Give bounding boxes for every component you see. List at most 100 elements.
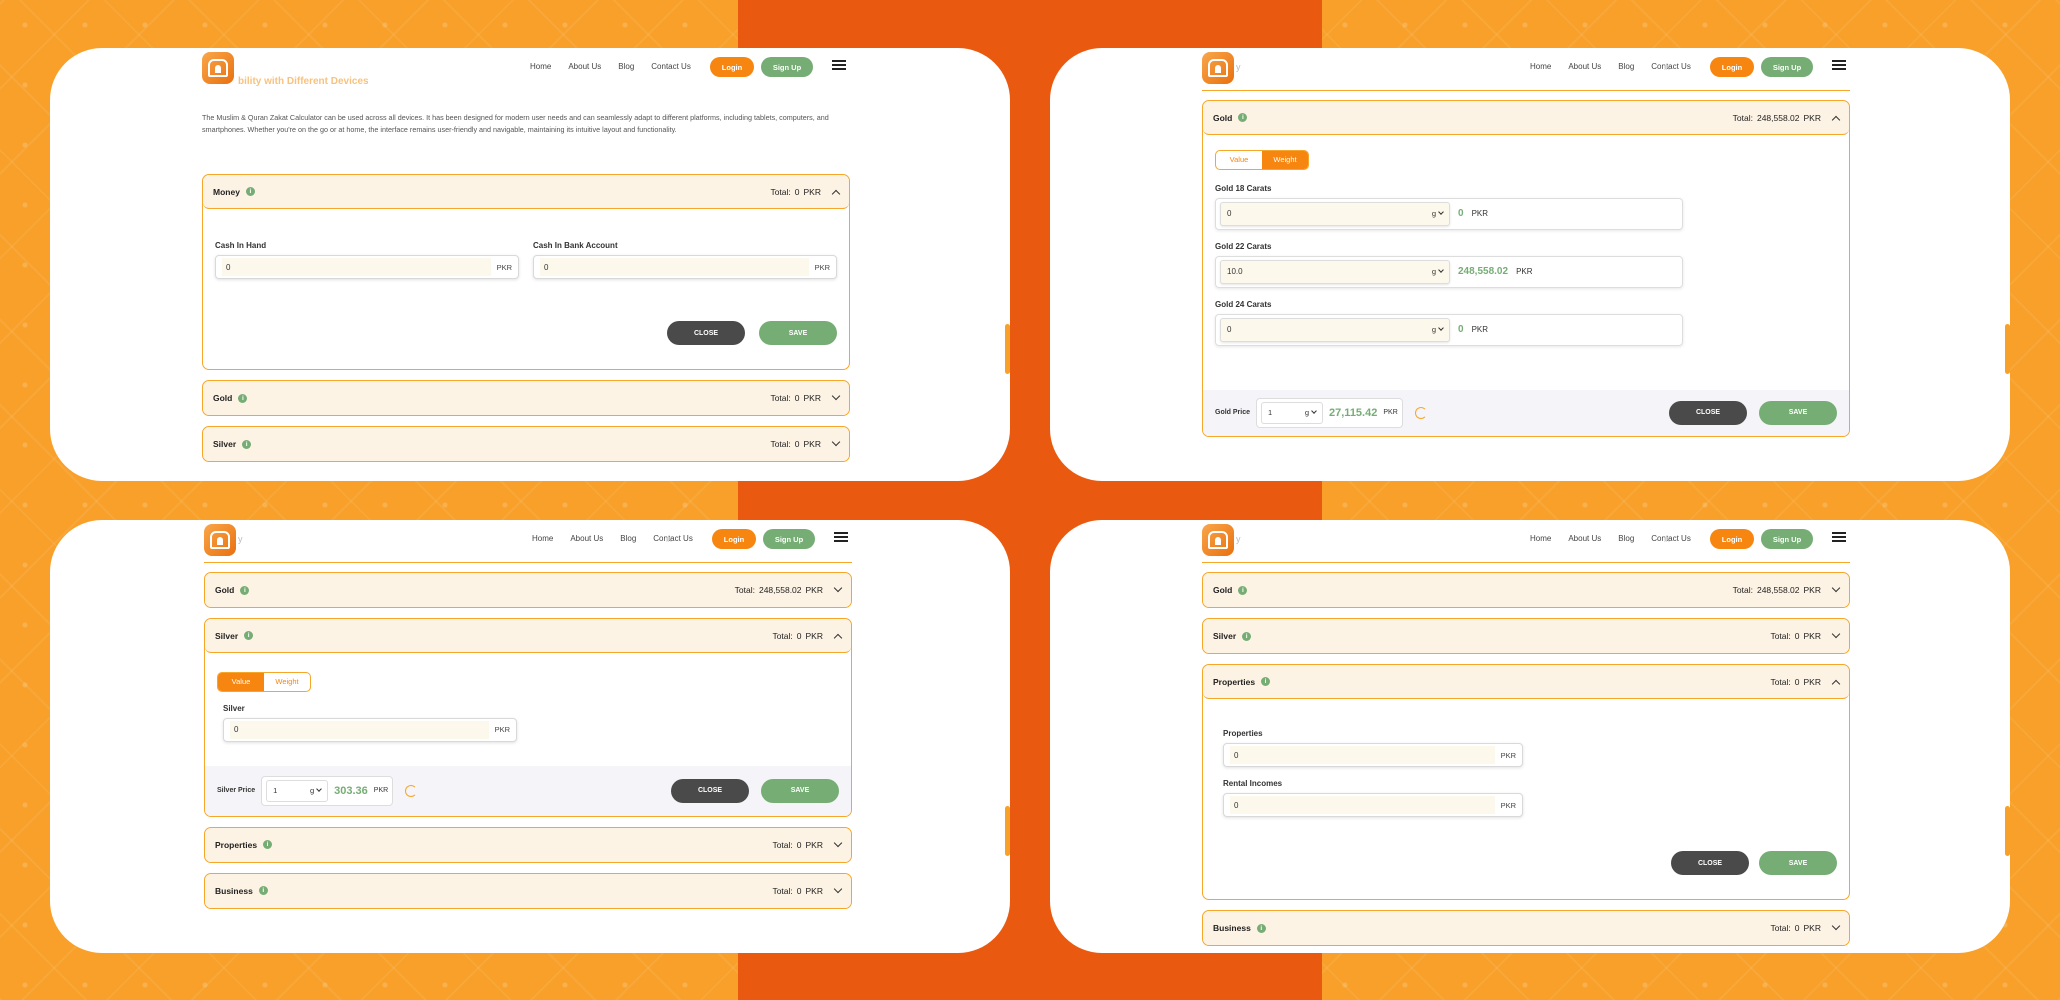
nav-about[interactable]: About Us — [568, 62, 601, 71]
silver-total: 0 — [796, 630, 802, 641]
scrollbar[interactable] — [1005, 806, 1010, 856]
cash-in-hand-input[interactable]: 0 PKR — [215, 255, 519, 279]
info-icon[interactable]: i — [240, 585, 250, 595]
gold-header[interactable]: Gold i Total: 248,558.02 PKR — [205, 573, 851, 607]
gold-price-qty[interactable]: 1g — [1261, 401, 1324, 424]
silver-header[interactable]: Silver i Total: 0 PKR — [203, 427, 849, 461]
nav-contact[interactable]: Contact Us — [1651, 62, 1691, 71]
chevron-down-icon[interactable] — [833, 583, 843, 593]
silver-input[interactable]: 0 PKR — [223, 717, 517, 742]
properties-input[interactable]: 0 PKR — [1223, 743, 1523, 767]
close-button[interactable]: CLOSE — [667, 321, 745, 345]
info-icon[interactable]: i — [242, 439, 252, 449]
login-button[interactable]: Login — [1710, 57, 1754, 77]
chevron-up-icon[interactable] — [1831, 115, 1841, 124]
save-button[interactable]: SAVE — [759, 321, 837, 345]
chevron-down-icon[interactable] — [831, 391, 841, 401]
toggle-value[interactable]: Value — [1216, 151, 1262, 169]
toggle-weight[interactable]: Weight — [1262, 150, 1308, 169]
chevron-down-icon[interactable] — [833, 838, 843, 847]
signup-button[interactable]: Sign Up — [763, 529, 815, 549]
close-button[interactable]: CLOSE — [1669, 400, 1747, 425]
scrollbar[interactable] — [1005, 324, 1010, 374]
nav-home[interactable]: Home — [530, 62, 551, 71]
signup-button[interactable]: Sign Up — [1761, 529, 1813, 549]
chevron-up-icon[interactable] — [833, 633, 843, 642]
chevron-down-icon[interactable] — [1831, 583, 1841, 593]
signup-button[interactable]: Sign Up — [1761, 57, 1813, 77]
gold-header[interactable]: Gold i Total: 0 PKR — [203, 381, 849, 415]
info-icon[interactable]: i — [1238, 113, 1248, 122]
nav-home[interactable]: Home — [1530, 62, 1551, 71]
save-button[interactable]: SAVE — [1759, 851, 1837, 875]
login-button[interactable]: Login — [1710, 529, 1754, 549]
info-icon[interactable]: i — [244, 631, 254, 640]
info-icon[interactable]: i — [258, 886, 268, 895]
chevron-down-icon[interactable] — [831, 437, 841, 447]
gold-22-input[interactable]: 10.0 g — [1220, 259, 1450, 284]
gold-header[interactable]: Gold i Total: 248,558.02 PKR — [1203, 101, 1849, 135]
close-button[interactable]: CLOSE — [1671, 851, 1749, 875]
chevron-down-icon[interactable] — [1831, 629, 1841, 639]
business-header[interactable]: Business i Total: 0 PKR — [1203, 911, 1849, 945]
info-icon[interactable]: i — [263, 840, 273, 849]
nav-about[interactable]: About Us — [570, 534, 603, 543]
nav-contact[interactable]: Contact Us — [1651, 534, 1691, 543]
nav-home[interactable]: Home — [1530, 534, 1551, 543]
login-button[interactable]: Login — [712, 529, 756, 549]
login-button[interactable]: Login — [710, 57, 754, 77]
menu-icon[interactable] — [1832, 532, 1846, 542]
nav-blog[interactable]: Blog — [1618, 534, 1634, 543]
app-logo[interactable] — [202, 52, 234, 84]
toggle-value[interactable]: Value — [218, 672, 264, 691]
info-icon[interactable]: i — [1261, 677, 1271, 686]
properties-header[interactable]: Properties i Total: 0 PKR — [1203, 665, 1849, 699]
nav-contact[interactable]: Contact Us — [653, 534, 693, 543]
cash-in-bank-input[interactable]: 0 PKR — [533, 255, 837, 279]
chevron-up-icon[interactable] — [831, 189, 841, 198]
save-button[interactable]: SAVE — [1759, 400, 1837, 425]
nav-blog[interactable]: Blog — [620, 534, 636, 543]
refresh-icon[interactable] — [1414, 406, 1427, 419]
gold-22-result: 248,558.02 — [1458, 266, 1509, 277]
nav-blog[interactable]: Blog — [1618, 62, 1634, 71]
rental-incomes-input[interactable]: 0 PKR — [1223, 793, 1523, 817]
app-logo[interactable] — [1202, 52, 1234, 84]
cash-in-bank-label: Cash In Bank Account — [533, 241, 618, 250]
info-icon[interactable]: i — [1242, 631, 1252, 641]
info-icon[interactable]: i — [1238, 585, 1248, 595]
gold-18-input[interactable]: 0g — [1220, 201, 1450, 226]
toggle-weight[interactable]: Weight — [264, 673, 310, 691]
silver-header[interactable]: Silver i Total: 0 PKR — [205, 619, 851, 653]
business-header[interactable]: Business i Total: 0 PKR — [205, 873, 851, 908]
nav-contact[interactable]: Contact Us — [651, 62, 691, 71]
info-icon[interactable]: i — [1256, 923, 1266, 933]
chevron-down-icon[interactable] — [1831, 921, 1841, 931]
menu-icon[interactable] — [1832, 60, 1846, 70]
money-header[interactable]: Money i Total: 0 PKR — [203, 175, 849, 209]
silver-price-qty[interactable]: 1g — [266, 779, 329, 802]
silver-header[interactable]: Silver i Total: 0 PKR — [1203, 619, 1849, 653]
chevron-up-icon[interactable] — [1831, 679, 1841, 688]
save-button[interactable]: SAVE — [761, 778, 839, 803]
scrollbar[interactable] — [2005, 806, 2010, 856]
gold-header[interactable]: Gold i Total: 248,558.02 PKR — [1203, 573, 1849, 607]
gold-24-input[interactable]: 0g — [1220, 317, 1450, 342]
signup-button[interactable]: Sign Up — [761, 57, 813, 77]
gold-price-amount: 27,115.42 — [1329, 406, 1378, 419]
refresh-icon[interactable] — [405, 784, 418, 797]
nav-blog[interactable]: Blog — [618, 62, 634, 71]
info-icon[interactable]: i — [245, 187, 255, 196]
menu-icon[interactable] — [834, 532, 848, 542]
scrollbar[interactable] — [2005, 324, 2010, 374]
properties-header[interactable]: Properties i Total: 0 PKR — [205, 827, 851, 862]
menu-icon[interactable] — [832, 60, 846, 70]
nav-about[interactable]: About Us — [1568, 62, 1601, 71]
info-icon[interactable]: i — [238, 393, 248, 403]
app-logo[interactable] — [204, 524, 236, 556]
nav-home[interactable]: Home — [532, 534, 553, 543]
nav-about[interactable]: About Us — [1568, 534, 1601, 543]
chevron-down-icon[interactable] — [833, 884, 843, 893]
app-logo[interactable] — [1202, 524, 1234, 556]
close-button[interactable]: CLOSE — [671, 778, 749, 803]
